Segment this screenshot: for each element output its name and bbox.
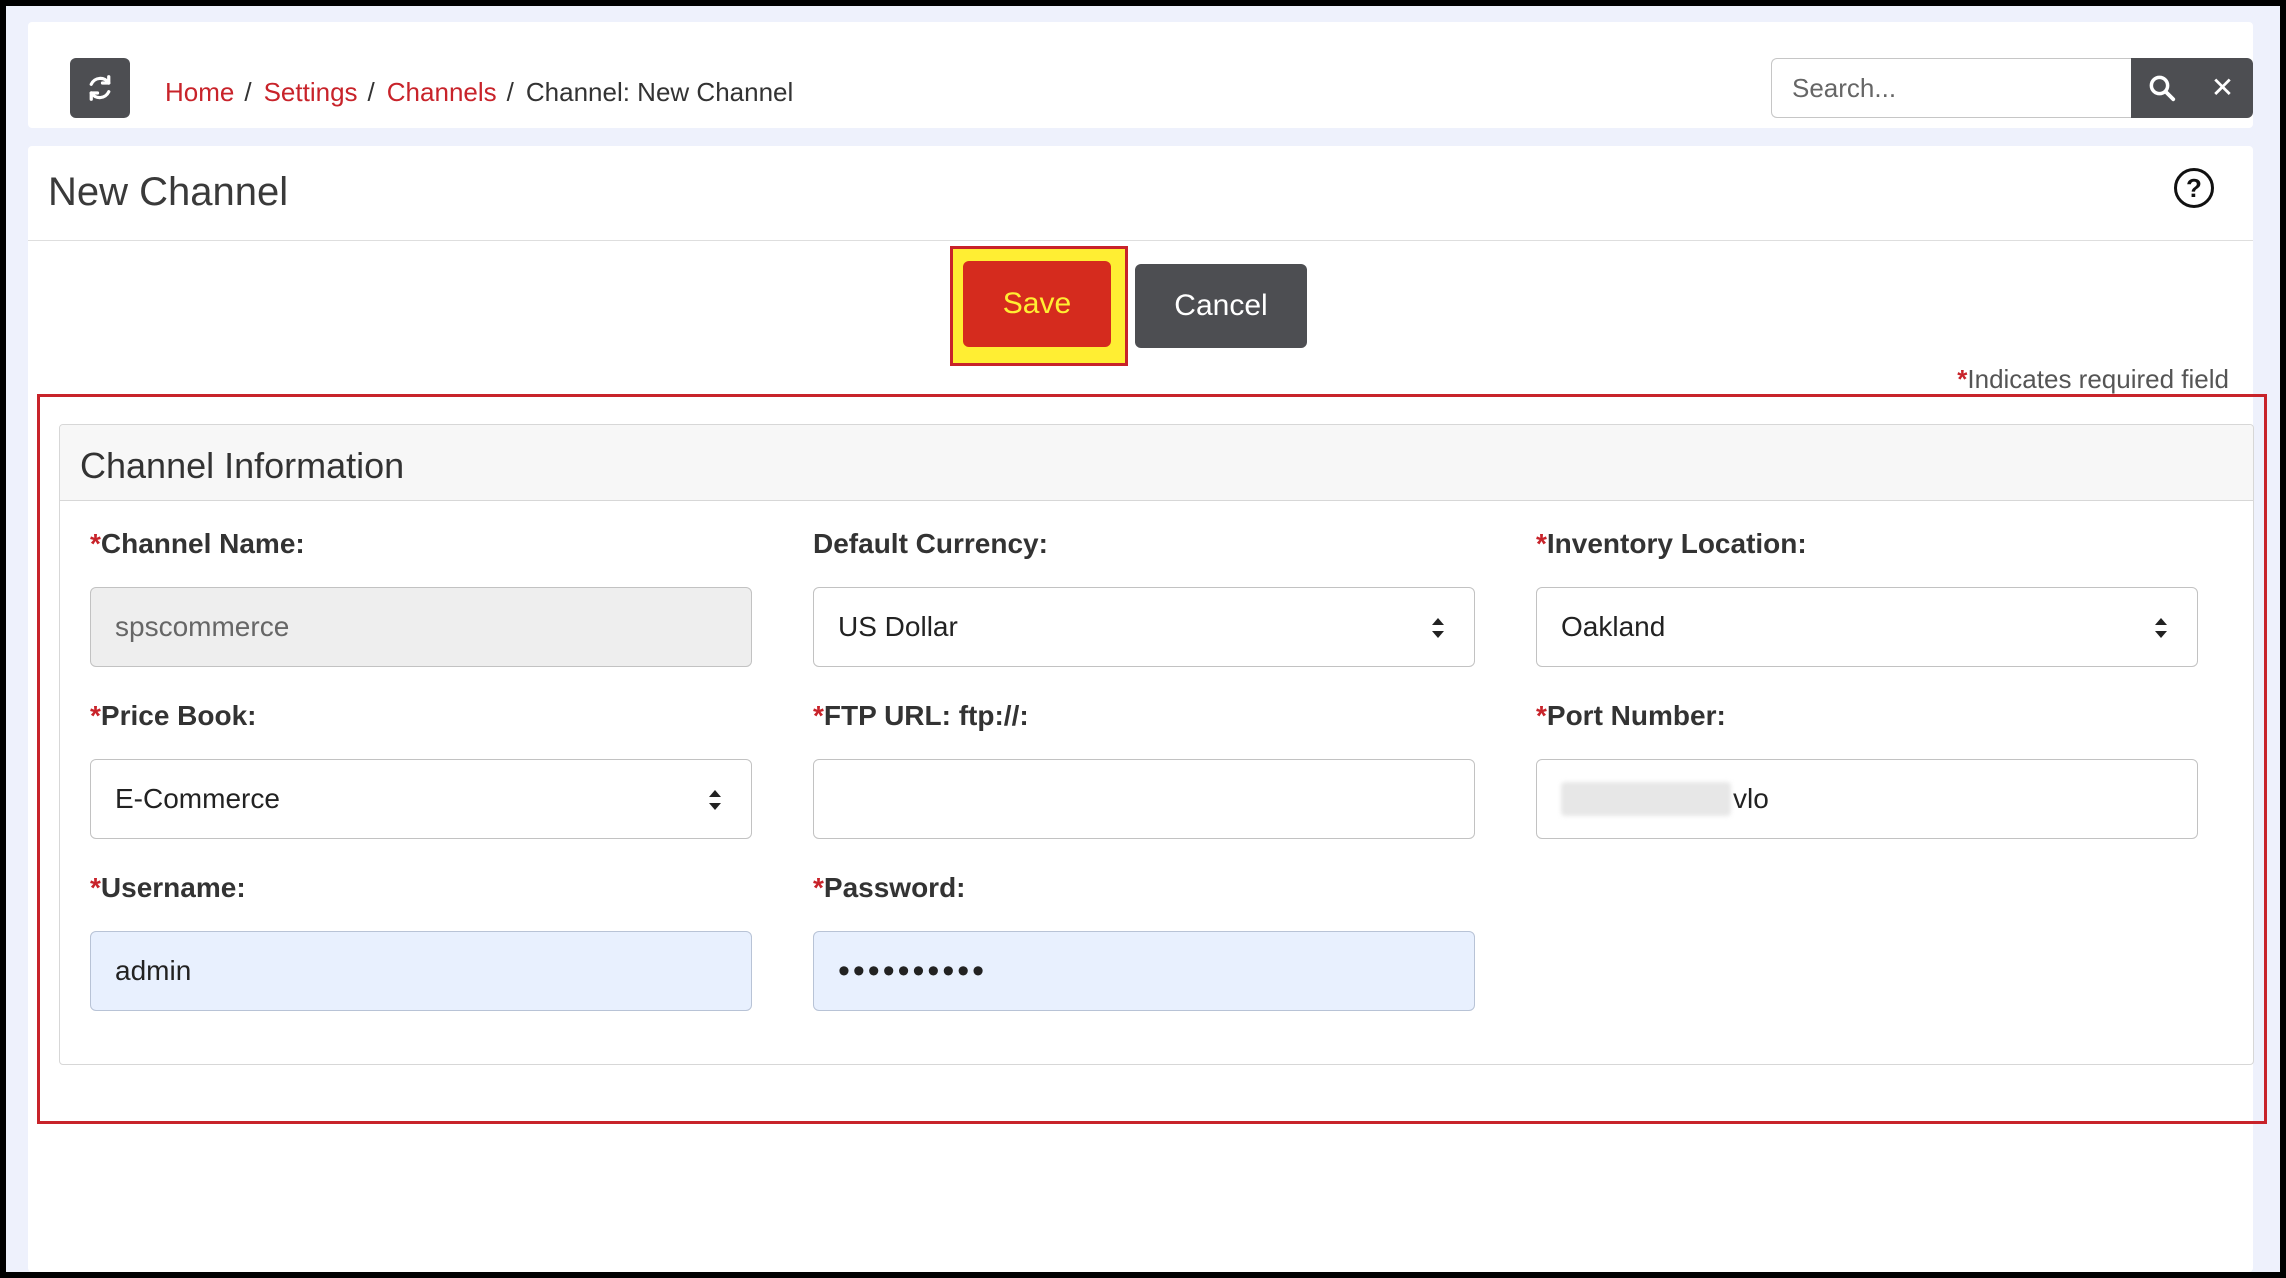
breadcrumb-channels[interactable]: Channels <box>387 77 497 108</box>
inventory-location-label-text: Inventory Location: <box>1546 528 1807 559</box>
top-bar: Home / Settings / Channels / Channel: Ne… <box>28 22 2253 128</box>
close-icon: ✕ <box>2210 72 2235 103</box>
page-title: New Channel <box>48 170 289 214</box>
redacted-value-mask <box>1561 782 1731 816</box>
select-arrows-icon <box>709 790 721 810</box>
port-number-label: *Port Number: <box>1536 700 1726 732</box>
breadcrumb-separator: / <box>367 76 375 107</box>
required-star: * <box>813 872 824 903</box>
select-arrows-icon <box>2155 618 2167 638</box>
price-book-label: *Price Book: <box>90 700 257 732</box>
password-value: •••••••••• <box>838 951 988 990</box>
section-title: Channel Information <box>80 445 405 486</box>
username-label-text: Username: <box>100 872 246 903</box>
ftp-url-label: *FTP URL: ftp://: <box>813 700 1029 732</box>
breadcrumb-separator: / <box>506 76 514 107</box>
required-star: * <box>90 872 101 903</box>
main-card: New Channel ? Save Cancel *Indicates req… <box>28 146 2267 1272</box>
default-currency-value: US Dollar <box>838 611 958 642</box>
save-button[interactable]: Save <box>963 261 1111 347</box>
username-label: *Username: <box>90 872 246 904</box>
breadcrumb-current: Channel: New Channel <box>525 76 794 107</box>
required-star: * <box>1536 700 1547 731</box>
clear-search-button[interactable]: ✕ <box>2192 58 2253 118</box>
default-currency-label: Default Currency: <box>813 528 1048 559</box>
inventory-location-value: Oakland <box>1561 611 1666 642</box>
refresh-icon <box>89 75 111 101</box>
breadcrumb: Home / Settings / Channels / Channel: Ne… <box>165 72 793 112</box>
username-value: admin <box>115 955 192 986</box>
default-currency-select[interactable]: US Dollar <box>813 587 1475 667</box>
price-book-value: E-Commerce <box>115 783 280 814</box>
price-book-select[interactable]: E-Commerce <box>90 759 752 839</box>
channel-information-section: Channel Information *Channel Name: spsco… <box>59 424 2254 1065</box>
username-input[interactable]: admin <box>90 931 752 1011</box>
breadcrumb-settings[interactable]: Settings <box>264 77 358 108</box>
required-star: * <box>90 528 101 559</box>
breadcrumb-separator: / <box>244 76 252 107</box>
section-header: Channel Information <box>60 425 2253 501</box>
required-star: * <box>1536 528 1547 559</box>
ftp-url-label-text: FTP URL: ftp://: <box>823 700 1029 731</box>
channel-name-input: spscommerce <box>90 587 752 667</box>
required-star: * <box>1957 364 1968 394</box>
ftp-url-input[interactable] <box>813 759 1475 839</box>
channel-name-value: spscommerce <box>115 611 290 642</box>
cancel-button[interactable]: Cancel <box>1135 264 1307 348</box>
inventory-location-select[interactable]: Oakland <box>1536 587 2198 667</box>
password-label: *Password: <box>813 872 966 904</box>
app-frame: Home / Settings / Channels / Channel: Ne… <box>6 6 2280 1272</box>
help-icon[interactable]: ? <box>2174 168 2214 208</box>
search-icon <box>2149 75 2175 102</box>
password-label-text: Password: <box>823 872 966 903</box>
inventory-location-label: *Inventory Location: <box>1536 528 1807 560</box>
refresh-button[interactable] <box>70 58 130 118</box>
required-field-note: *Indicates required field <box>1957 364 2229 395</box>
port-number-label-text: Port Number: <box>1546 700 1726 731</box>
password-input[interactable]: •••••••••• <box>813 931 1475 1011</box>
channel-name-label: *Channel Name: <box>90 528 305 560</box>
search-input[interactable] <box>1771 58 2131 118</box>
title-divider <box>28 240 2253 241</box>
required-star: * <box>90 700 101 731</box>
channel-name-label-text: Channel Name: <box>100 528 305 559</box>
price-book-label-text: Price Book: <box>100 700 257 731</box>
select-arrows-icon <box>1432 618 1444 638</box>
required-note-text: Indicates required field <box>1967 364 2229 394</box>
port-number-value: vlo <box>1733 783 1769 814</box>
breadcrumb-home[interactable]: Home <box>165 77 234 108</box>
search-button[interactable] <box>2131 58 2192 118</box>
required-star: * <box>813 700 824 731</box>
port-number-input[interactable]: vlo <box>1536 759 2198 839</box>
